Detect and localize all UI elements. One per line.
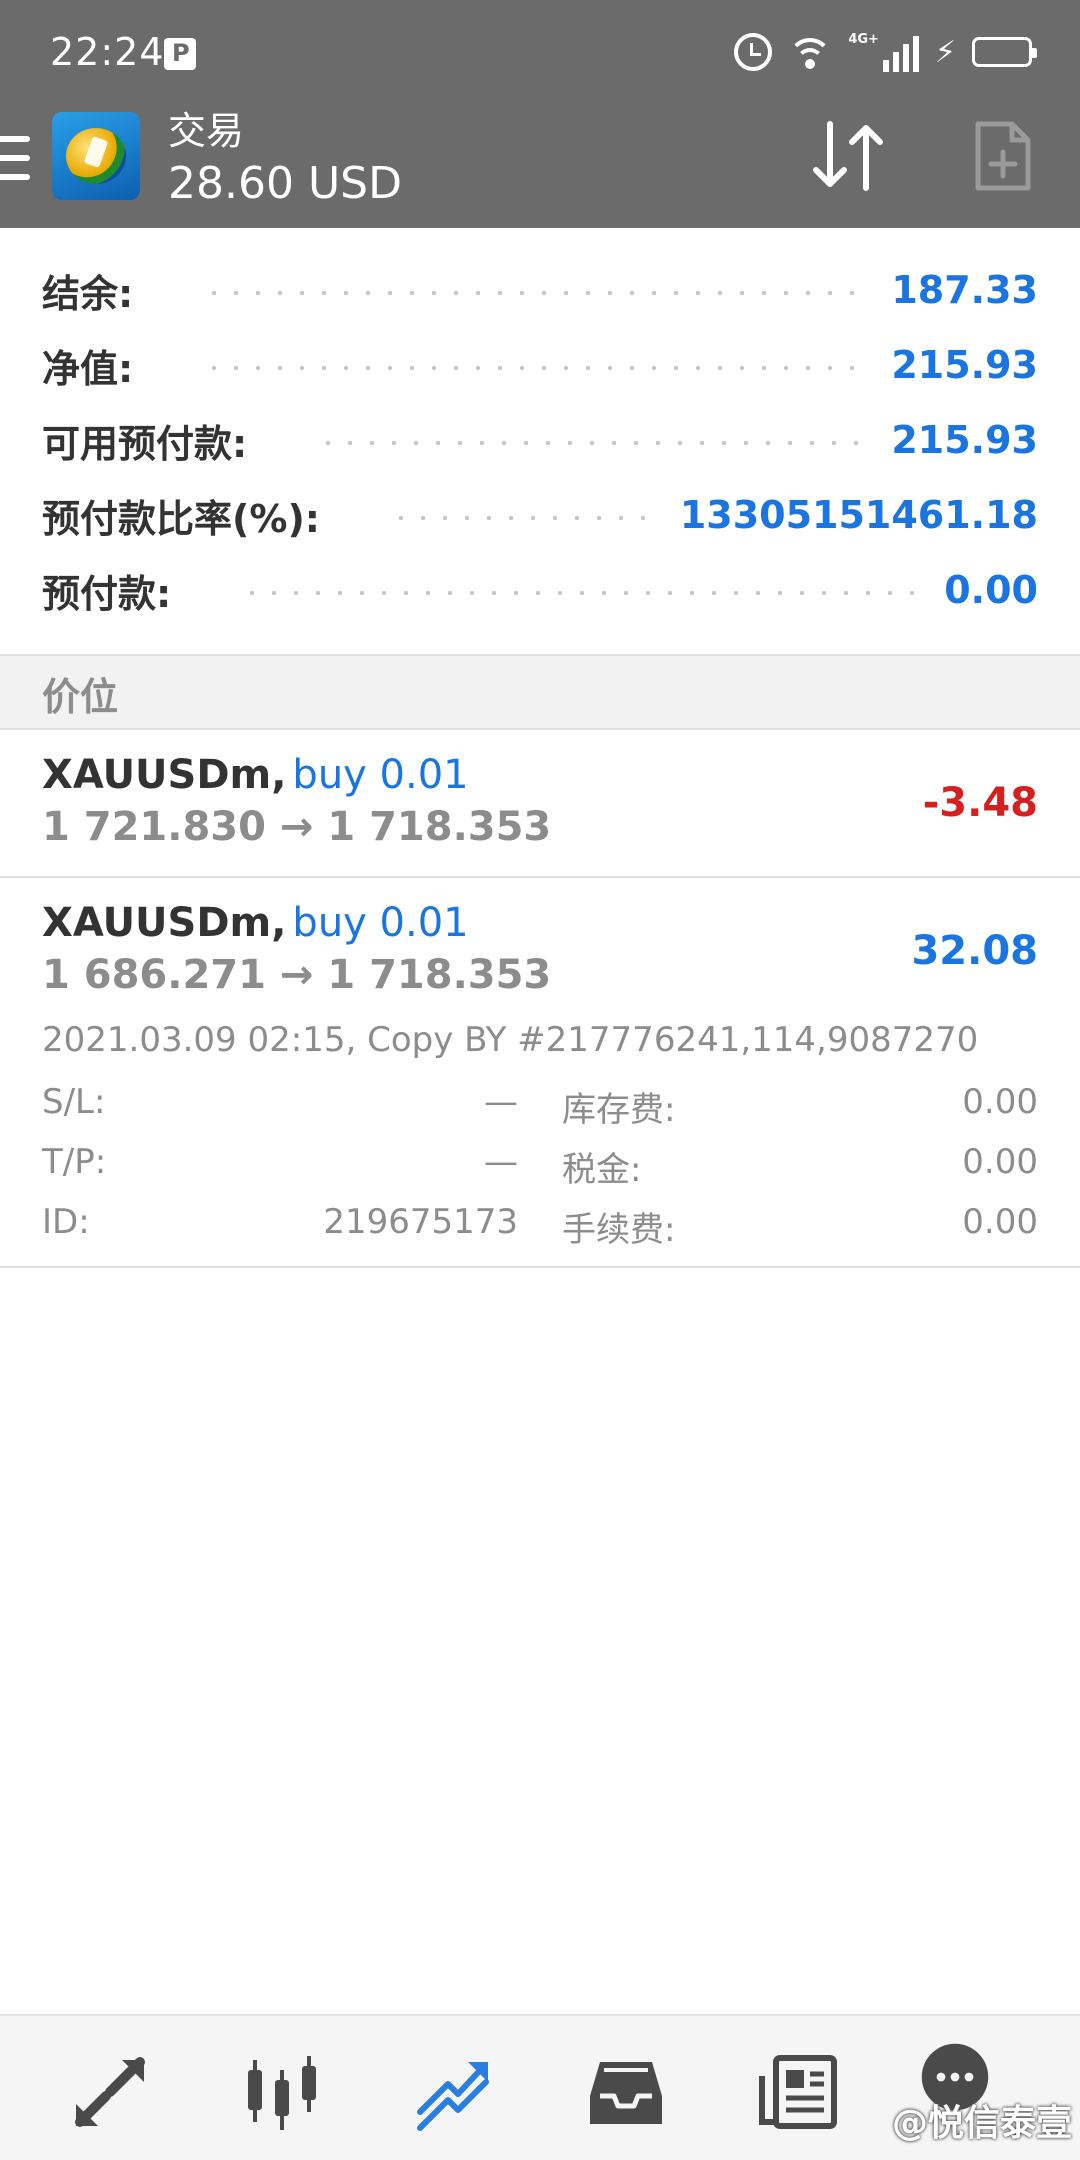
sl-label: S/L: (42, 1082, 106, 1122)
tp-value: — (484, 1142, 518, 1182)
equity-label: 净值: (42, 346, 134, 391)
dot-leader (203, 366, 870, 370)
dot-leader (317, 441, 870, 445)
new-order-icon[interactable] (974, 120, 1032, 192)
account-summary: 结余: 187.33 净值: 215.93 可用预付款: 215.93 预付款比… (0, 228, 1080, 654)
equity-value: 215.93 (891, 343, 1038, 387)
margin-level-value: 13305151461.18 (679, 493, 1038, 537)
position-row[interactable]: XAUUSDm, buy 0.01 1 721.830 → 1 718.353 -… (0, 730, 1080, 876)
top-bar: 22:24 4G+ ⚡ 交易 28.60 USD (0, 0, 1080, 228)
position-prices: 1 721.830 → 1 718.353 (42, 804, 552, 850)
swap-value: 0.00 (962, 1082, 1038, 1122)
free-margin-value: 215.93 (891, 418, 1038, 462)
equity-row: 净值: 215.93 (42, 335, 1038, 395)
trade-icon[interactable] (414, 2052, 494, 2132)
swap-label: 库存费: (562, 1090, 676, 1130)
status-time: 22:24 (50, 30, 165, 74)
dot-leader (203, 291, 870, 295)
sl-value: — (484, 1082, 518, 1122)
positions-header: 价位 (0, 656, 1080, 730)
position-comment: 2021.03.09 02:15, Copy BY #217776241,114… (42, 1020, 979, 1060)
wifi-icon (788, 32, 833, 72)
margin-level-label: 预付款比率(%): (42, 496, 321, 541)
alarm-icon (734, 33, 773, 71)
margin-value: 0.00 (944, 568, 1038, 612)
position-symbol: XAUUSDm, buy 0.01 (42, 752, 469, 798)
dot-leader (241, 591, 923, 595)
battery-icon (972, 37, 1037, 67)
margin-label: 预付款: (42, 571, 172, 616)
free-margin-row: 可用预付款: 215.93 (42, 410, 1038, 470)
balance-label: 结余: (42, 271, 134, 316)
margin-row: 预付款: 0.00 (42, 560, 1038, 620)
quotes-icon[interactable] (70, 2052, 150, 2132)
page-title: 交易 (168, 109, 245, 153)
tax-label: 税金: (562, 1150, 642, 1190)
history-icon[interactable] (586, 2052, 666, 2132)
bottom-nav: @悦信泰壹 (0, 2014, 1080, 2160)
fee-label: 手续费: (562, 1210, 676, 1250)
id-label: ID: (42, 1202, 90, 1242)
dot-leader (390, 516, 658, 520)
positions-header-label: 价位 (42, 675, 119, 719)
position-row-expanded[interactable]: XAUUSDm, buy 0.01 1 686.271 → 1 718.353 3… (0, 878, 1080, 1268)
position-direction: buy 0.01 (292, 752, 469, 798)
signal-icon: 4G+ (848, 32, 919, 72)
position-direction: buy 0.01 (292, 900, 469, 946)
balance-row: 结余: 187.33 (42, 260, 1038, 320)
margin-level-row: 预付款比率(%): 13305151461.18 (42, 485, 1038, 545)
position-profit: -3.48 (922, 780, 1038, 826)
status-icons: 4G+ ⚡ (734, 30, 1037, 74)
position-profit: 32.08 (911, 928, 1038, 974)
id-value: 219675173 (323, 1202, 518, 1242)
position-symbol: XAUUSDm, buy 0.01 (42, 900, 469, 946)
balance-value: 187.33 (891, 268, 1038, 312)
tp-label: T/P: (42, 1142, 107, 1182)
chart-icon[interactable] (242, 2052, 322, 2132)
fee-value: 0.00 (962, 1202, 1038, 1242)
metatrader-logo[interactable] (52, 112, 140, 200)
free-margin-label: 可用预付款: (42, 421, 248, 466)
symbol-name: XAUUSDm, (42, 752, 287, 798)
news-icon[interactable] (758, 2052, 838, 2132)
watermark: @悦信泰壹 (891, 2103, 1072, 2144)
charging-icon: ⚡ (934, 34, 956, 70)
network-type: 4G+ (848, 32, 879, 47)
tax-value: 0.00 (962, 1142, 1038, 1182)
sort-icon[interactable] (808, 118, 888, 194)
balance-summary: 28.60 USD (168, 158, 402, 209)
menu-icon[interactable] (0, 136, 30, 180)
position-prices: 1 686.271 → 1 718.353 (42, 952, 552, 998)
symbol-name: XAUUSDm, (42, 900, 287, 946)
status-bar: 22:24 4G+ ⚡ (0, 0, 1080, 104)
divider (0, 1266, 1080, 1268)
payment-notification-icon (164, 38, 196, 70)
